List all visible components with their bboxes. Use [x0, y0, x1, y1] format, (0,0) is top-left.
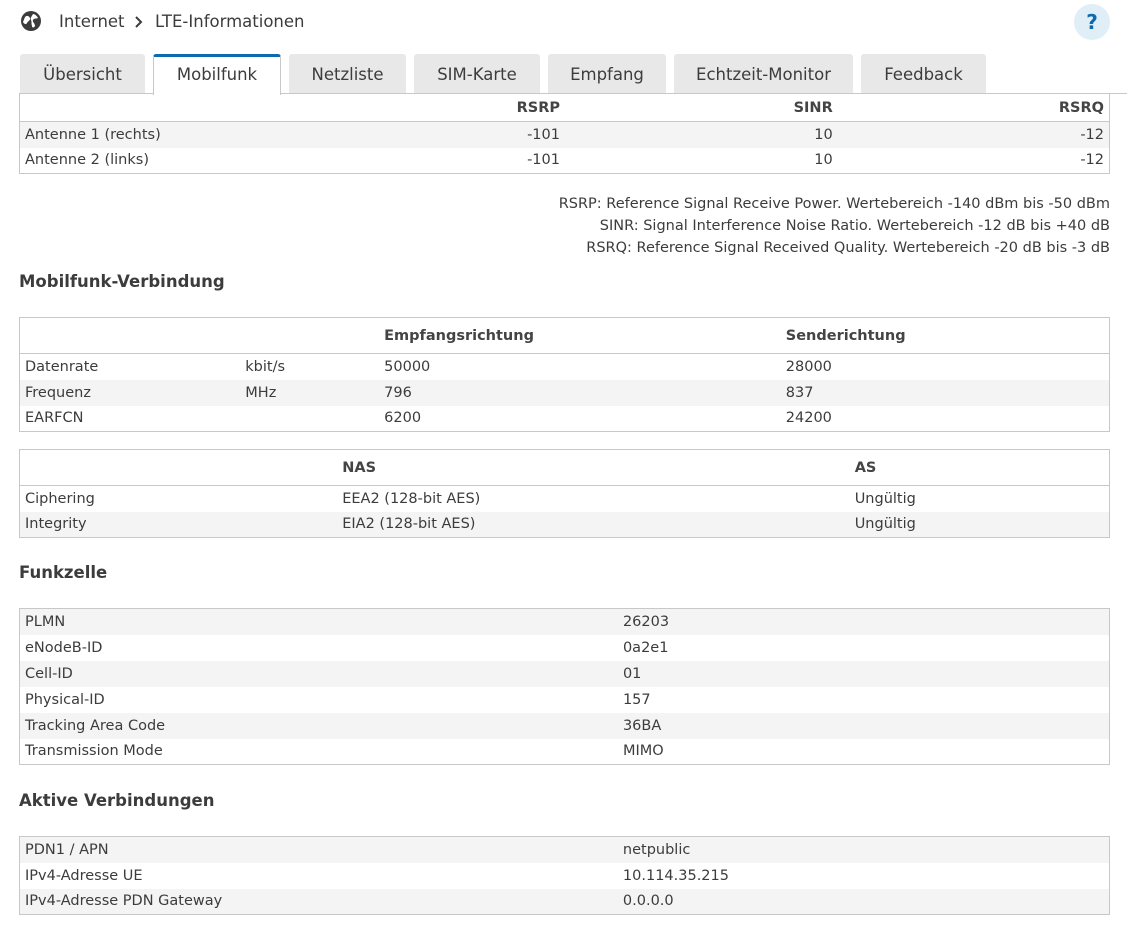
row-value: 01 — [617, 660, 1110, 687]
row-label: Physical-ID — [25, 691, 105, 708]
uplink-value: 24200 — [785, 410, 832, 427]
table-header: RSRP SINR RSRQ — [19, 93, 1110, 122]
header-cell — [19, 93, 340, 122]
table-row: PLMN 26203 — [19, 608, 1110, 635]
section-title-cell: Funkzelle — [19, 563, 108, 582]
header-cell — [19, 317, 241, 354]
table-row: Transmission Mode MIMO — [20, 739, 1110, 765]
security-table: NAS AS Ciphering EEA2 (128-bit AES) Ungü… — [19, 449, 1110, 538]
nas-value: EEA2 (128-bit AES) — [342, 490, 481, 507]
header-downlink: Empfangsrichtung — [379, 317, 781, 354]
row-value: 10.114.35.215 — [622, 867, 729, 884]
chevron-right-icon — [135, 16, 143, 28]
table-row: PDN1 / APN netpublic — [19, 836, 1110, 863]
row-value: MIMO — [622, 743, 664, 760]
signal-notes: RSRP: Reference Signal Receive Power. We… — [559, 193, 1110, 259]
row-value: 36BA — [617, 712, 1110, 739]
uplink-value: 837 — [780, 379, 1110, 406]
as-value: Ungültig — [849, 511, 1110, 538]
row-unit — [240, 406, 379, 432]
row-label: Tracking Area Code — [19, 712, 618, 739]
table-row: Antenne 1 (rechts) -101 10 -12 — [19, 121, 1110, 148]
header-sinr: SINR — [565, 93, 838, 122]
row-label: Integrity — [19, 511, 338, 538]
header-nas: NAS — [337, 449, 850, 486]
rsrp-value: -101 — [527, 152, 560, 169]
antenna-label: Antenne 1 (rechts) — [19, 121, 340, 148]
table-row: EARFCN 6200 24200 — [20, 406, 1110, 432]
header-cell — [240, 317, 380, 354]
table-row: Datenrate kbit/s 50000 28000 — [20, 354, 1110, 380]
antenna-table: RSRP SINR RSRQ Antenne 1 (rechts) -101 1… — [19, 93, 1110, 174]
as-value: Ungültig — [854, 490, 916, 507]
sinr-value: 10 — [814, 152, 833, 169]
table-row: Ciphering EEA2 (128-bit AES) Ungültig — [20, 486, 1110, 512]
globe-icon — [21, 11, 41, 31]
downlink-value: 796 — [379, 379, 781, 406]
tab-feedback[interactable]: Feedback — [861, 54, 986, 94]
downlink-value: 6200 — [384, 410, 422, 427]
row-label: Ciphering — [25, 490, 95, 507]
row-label: PLMN — [19, 608, 618, 635]
table-row: Tracking Area Code 36BA — [19, 712, 1110, 739]
cell-table: PLMN 26203 eNodeB-ID 0a2e1 Cell-ID 01 Ph… — [19, 608, 1110, 765]
row-label: Transmission Mode — [25, 743, 163, 760]
row-label: IPv4-Adresse UE — [25, 867, 143, 884]
table-row: Cell-ID 01 — [19, 660, 1110, 687]
nas-value: EIA2 (128-bit AES) — [337, 511, 850, 538]
help-icon[interactable]: ? — [1074, 4, 1110, 40]
row-label: EARFCN — [25, 410, 84, 427]
header-rsrq: RSRQ — [837, 93, 1110, 122]
note-rsrp: RSRP: Reference Signal Receive Power. We… — [558, 196, 1110, 212]
header-uplink: Senderichtung — [780, 317, 1110, 354]
table-header: NAS AS — [19, 449, 1110, 486]
tab-sim-karte[interactable]: SIM-Karte — [414, 54, 540, 94]
table-row: IPv4-Adresse PDN Gateway 0.0.0.0 — [19, 888, 1110, 915]
table-row: IPv4-Adresse UE 10.114.35.215 — [20, 863, 1110, 889]
tab-echtzeit-monitor[interactable]: Echtzeit-Monitor — [674, 54, 853, 94]
rsrq-value: -12 — [837, 121, 1110, 148]
tab-netzliste[interactable]: Netzliste — [289, 54, 406, 94]
mobile-connection-table: Empfangsrichtung Senderichtung Datenrate… — [19, 317, 1110, 432]
table-row: eNodeB-ID 0a2e1 — [20, 635, 1110, 661]
row-unit: kbit/s — [245, 358, 286, 375]
downlink-value: 50000 — [384, 358, 431, 375]
header-as: AS — [849, 449, 1110, 486]
table-row: Antenne 2 (links) -101 10 -12 — [20, 148, 1110, 174]
table-row: Physical-ID 157 — [20, 687, 1110, 713]
rsrp-value: -101 — [339, 121, 565, 148]
row-value: 0.0.0.0 — [617, 888, 1110, 915]
sinr-value: 10 — [565, 121, 838, 148]
row-label: Cell-ID — [19, 660, 618, 687]
section-title-active-connections: Aktive Verbindungen — [19, 791, 215, 810]
antenna-label: Antenne 2 (links) — [25, 152, 149, 169]
table-header: Empfangsrichtung Senderichtung — [19, 317, 1110, 354]
tab-uebersicht[interactable]: Übersicht — [20, 54, 145, 94]
header-cell — [19, 449, 338, 486]
tab-empfang[interactable]: Empfang — [548, 54, 666, 94]
row-label: Frequenz — [19, 379, 241, 406]
row-value: 157 — [622, 691, 651, 708]
table-row: Frequenz MHz 796 837 — [19, 379, 1110, 406]
active-connections-table: PDN1 / APN netpublic IPv4-Adresse UE 10.… — [19, 836, 1110, 915]
breadcrumb-current: LTE-Informationen — [155, 12, 305, 31]
row-unit: MHz — [240, 379, 380, 406]
row-label: Datenrate — [25, 358, 99, 375]
table-row: Integrity EIA2 (128-bit AES) Ungültig — [19, 511, 1110, 538]
uplink-value: 28000 — [785, 358, 832, 375]
breadcrumb-internet[interactable]: Internet — [59, 12, 125, 31]
header: Internet LTE-Informationen ? — [0, 0, 1127, 46]
row-label: PDN1 / APN — [19, 836, 618, 863]
rsrq-value: -12 — [1080, 152, 1104, 169]
row-label: eNodeB-ID — [25, 639, 103, 656]
row-value: 26203 — [617, 608, 1110, 635]
note-sinr: SINR: Signal Interference Noise Ratio. W… — [599, 218, 1110, 234]
note-rsrq: RSRQ: Reference Signal Received Quality.… — [586, 240, 1110, 256]
header-rsrp: RSRP — [339, 93, 565, 122]
row-value: 0a2e1 — [622, 639, 669, 656]
row-label: IPv4-Adresse PDN Gateway — [19, 888, 618, 915]
section-title-mobile-connection: Mobilfunk-Verbindung — [19, 272, 225, 291]
row-value: netpublic — [617, 836, 1110, 863]
tab-mobilfunk[interactable]: Mobilfunk — [153, 54, 281, 95]
